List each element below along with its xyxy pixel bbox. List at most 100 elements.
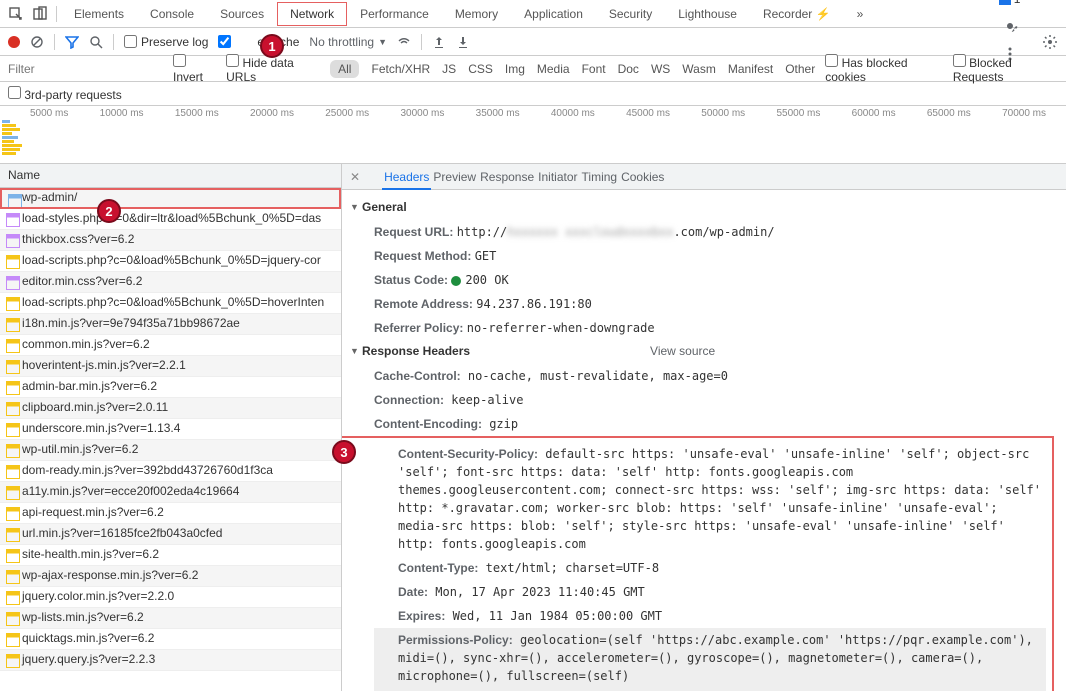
annotation-2: 2 [97, 199, 121, 223]
preserve-log-checkbox[interactable]: Preserve log [124, 35, 208, 49]
filter-type-font[interactable]: Font [582, 62, 606, 76]
request-row[interactable]: clipboard.min.js?ver=2.0.11 [0, 398, 341, 419]
request-list[interactable]: wp-admin/load-styles.php?c=0&dir=ltr&loa… [0, 188, 341, 691]
request-row[interactable]: site-health.min.js?ver=6.2 [0, 545, 341, 566]
filter-type-all[interactable]: All [330, 60, 359, 78]
filter-type-manifest[interactable]: Manifest [728, 62, 773, 76]
request-row[interactable]: hoverintent-js.min.js?ver=2.2.1 [0, 356, 341, 377]
request-row[interactable]: jquery.query.js?ver=2.2.3 [0, 650, 341, 671]
third-party-row: 3rd-party requests [0, 82, 1066, 106]
general-section-title[interactable]: General [350, 196, 1054, 220]
tab-security[interactable]: Security [596, 2, 665, 26]
filter-type-fetchxhr[interactable]: Fetch/XHR [371, 62, 430, 76]
filter-type-media[interactable]: Media [537, 62, 570, 76]
timeline[interactable]: 5000 ms10000 ms15000 ms20000 ms25000 ms3… [0, 106, 1066, 164]
request-url: Request URL: http://hxxxxxx xxxcloudxxxx… [350, 220, 1054, 244]
response-header: Content-Security-Policy: default-src htt… [374, 442, 1046, 556]
timeline-tick: 10000 ms [100, 108, 144, 119]
divider [54, 34, 55, 50]
filter-type-js[interactable]: JS [442, 62, 456, 76]
detail-panel: ✕ HeadersPreviewResponseInitiatorTimingC… [342, 164, 1066, 691]
filter-type-wasm[interactable]: Wasm [682, 62, 716, 76]
view-source-link[interactable]: View source [650, 344, 715, 358]
timeline-tick: 70000 ms [1002, 108, 1046, 119]
detail-tab-response[interactable]: Response [478, 166, 536, 188]
tab-console[interactable]: Console [137, 2, 207, 26]
timeline-tick: 20000 ms [250, 108, 294, 119]
response-headers-title[interactable]: Response HeadersView source [350, 340, 1054, 364]
request-row[interactable]: url.min.js?ver=16185fce2fb043a0cfed [0, 524, 341, 545]
timeline-tick: 35000 ms [476, 108, 520, 119]
request-row[interactable]: wp-ajax-response.min.js?ver=6.2 [0, 566, 341, 587]
wifi-icon[interactable] [397, 35, 411, 49]
request-row[interactable]: a11y.min.js?ver=ecce20f002eda4c19664 [0, 482, 341, 503]
status-code: Status Code: 200 OK [350, 268, 1054, 292]
tab-application[interactable]: Application [511, 2, 596, 26]
request-row[interactable]: wp-util.min.js?ver=6.2 [0, 440, 341, 461]
request-row[interactable]: load-styles.php?c=0&dir=ltr&load%5Bchunk… [0, 209, 341, 230]
status-dot-icon [451, 276, 461, 286]
invert-checkbox[interactable]: Invert [173, 54, 216, 84]
third-party-checkbox[interactable]: 3rd-party requests [8, 86, 122, 102]
tab-sources[interactable]: Sources [207, 2, 277, 26]
tab-memory[interactable]: Memory [442, 2, 511, 26]
upload-icon[interactable] [432, 35, 446, 49]
tab-recorder[interactable]: Recorder ⚡ [750, 2, 844, 26]
disable-cache-checkbox[interactable]: e cache [218, 35, 299, 49]
request-row[interactable]: wp-lists.min.js?ver=6.2 [0, 608, 341, 629]
detail-tab-headers[interactable]: Headers [382, 166, 431, 190]
request-row[interactable]: wp-admin/ [0, 188, 341, 209]
tab-lighthouse[interactable]: Lighthouse [665, 2, 750, 26]
detail-tab-cookies[interactable]: Cookies [619, 166, 666, 188]
clear-icon[interactable] [30, 35, 44, 49]
detail-tab-timing[interactable]: Timing [580, 166, 620, 188]
device-icon[interactable] [32, 6, 48, 22]
request-row[interactable]: underscore.min.js?ver=1.13.4 [0, 419, 341, 440]
gear-icon[interactable] [1002, 18, 1018, 34]
timeline-tick: 55000 ms [776, 108, 820, 119]
remote-address: Remote Address: 94.237.86.191:80 [350, 292, 1054, 316]
filter-input[interactable] [8, 62, 163, 76]
request-row[interactable]: api-request.min.js?ver=6.2 [0, 503, 341, 524]
timeline-tick: 5000 ms [30, 108, 68, 119]
annotation-3: 3 [332, 440, 356, 464]
filter-icon[interactable] [65, 35, 79, 49]
request-row[interactable]: common.min.js?ver=6.2 [0, 335, 341, 356]
detail-tab-preview[interactable]: Preview [431, 166, 478, 188]
record-icon[interactable] [8, 36, 20, 48]
close-icon[interactable]: ✕ [350, 170, 360, 184]
detail-tab-initiator[interactable]: Initiator [536, 166, 579, 188]
inspect-icon[interactable] [8, 6, 24, 22]
request-row[interactable]: i18n.min.js?ver=9e794f35a71bb98672ae [0, 314, 341, 335]
tab-network[interactable]: Network [277, 2, 347, 26]
more-tabs[interactable]: » [844, 2, 877, 26]
tab-elements[interactable]: Elements [61, 2, 137, 26]
filter-type-other[interactable]: Other [785, 62, 815, 76]
timeline-tick: 65000 ms [927, 108, 971, 119]
messages-badge[interactable]: 1 [999, 0, 1021, 6]
filter-type-img[interactable]: Img [505, 62, 525, 76]
filter-type-ws[interactable]: WS [651, 62, 670, 76]
filter-type-css[interactable]: CSS [468, 62, 493, 76]
timeline-tick: 30000 ms [400, 108, 444, 119]
download-icon[interactable] [456, 35, 470, 49]
blocked-requests-checkbox[interactable]: Blocked Requests [953, 54, 1058, 84]
hide-data-urls-checkbox[interactable]: Hide data URLs [226, 54, 320, 84]
request-row[interactable]: jquery.color.min.js?ver=2.2.0 [0, 587, 341, 608]
referrer-policy: Referrer Policy: no-referrer-when-downgr… [350, 316, 1054, 340]
request-row[interactable]: quicktags.min.js?ver=6.2 [0, 629, 341, 650]
blocked-cookies-checkbox[interactable]: Has blocked cookies [825, 54, 943, 84]
search-icon[interactable] [89, 35, 103, 49]
request-row[interactable]: thickbox.css?ver=6.2 [0, 230, 341, 251]
gear-icon[interactable] [1042, 34, 1058, 50]
divider [56, 6, 57, 22]
request-row[interactable]: load-scripts.php?c=0&load%5Bchunk_0%5D=h… [0, 293, 341, 314]
request-row[interactable]: editor.min.css?ver=6.2 [0, 272, 341, 293]
request-row[interactable]: dom-ready.min.js?ver=392bdd43726760d1f3c… [0, 461, 341, 482]
throttling-select[interactable]: No throttling ▼ [309, 35, 387, 49]
request-row[interactable]: admin-bar.min.js?ver=6.2 [0, 377, 341, 398]
request-row[interactable]: load-scripts.php?c=0&load%5Bchunk_0%5D=j… [0, 251, 341, 272]
tab-performance[interactable]: Performance [347, 2, 442, 26]
name-column-header[interactable]: Name [0, 164, 341, 188]
filter-type-doc[interactable]: Doc [618, 62, 639, 76]
